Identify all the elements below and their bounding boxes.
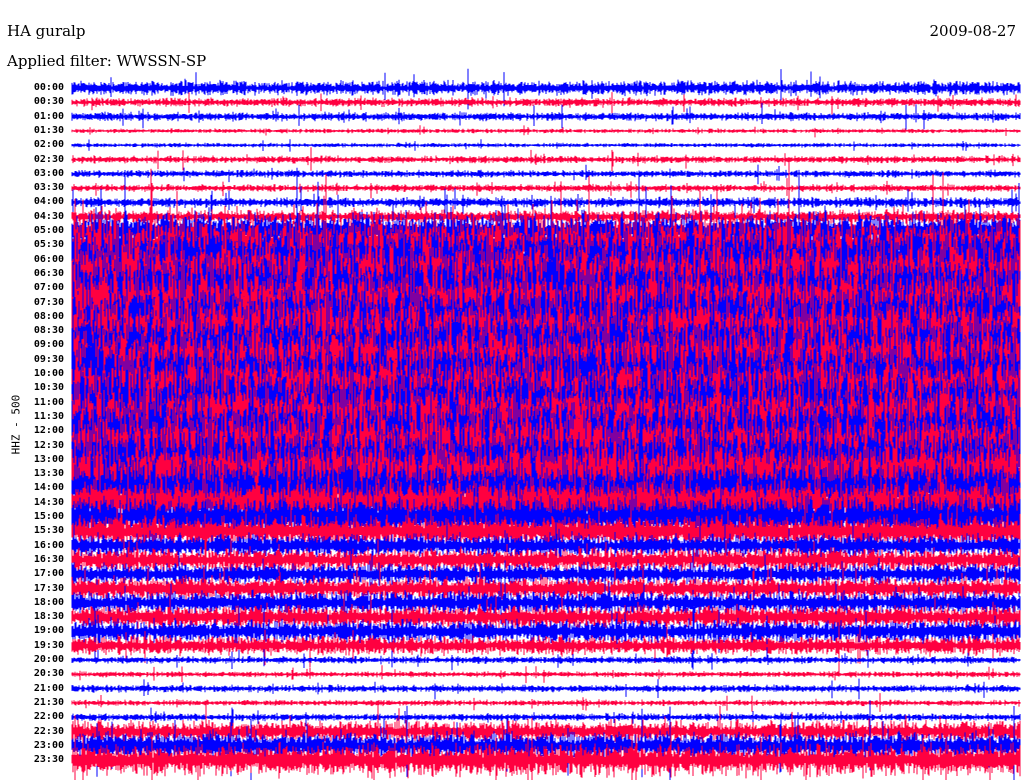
row-label: 17:30 [33, 582, 64, 594]
row-label: 19:30 [33, 639, 64, 651]
trace-row-0330 [71, 178, 1021, 199]
row-label: 00:30 [33, 96, 64, 108]
filter-label: Applied filter: WWSSN-SP [7, 52, 207, 70]
row-label: 02:30 [33, 153, 64, 165]
row-label: 23:00 [33, 739, 64, 751]
trace-row-0400 [71, 186, 1021, 218]
helicorder-plot [71, 68, 1021, 780]
row-label: 21:00 [33, 682, 64, 694]
row-label: 16:30 [33, 553, 64, 565]
row-label: 10:30 [33, 382, 64, 394]
row-label: 09:30 [33, 353, 64, 365]
trace-row-0030 [71, 92, 1021, 115]
trace-row-2130 [71, 693, 1021, 712]
date-label: 2009-08-27 [929, 22, 1016, 40]
row-label: 18:30 [33, 611, 64, 623]
row-label: 13:30 [33, 468, 64, 480]
trace-row-2100 [71, 678, 1021, 700]
row-label: 06:00 [33, 253, 64, 265]
station-title: HA guralp [7, 22, 86, 40]
row-label: 12:00 [33, 425, 64, 437]
row-label: 10:00 [33, 368, 64, 379]
row-label: 08:30 [33, 325, 64, 337]
row-label: 11:30 [33, 410, 64, 422]
row-label: 07:30 [33, 296, 64, 308]
trace-row-0100 [71, 102, 1021, 130]
trace-row-0130 [71, 125, 1021, 138]
row-label: 20:30 [33, 668, 64, 680]
row-label: 20:00 [33, 654, 64, 665]
row-label: 04:00 [33, 196, 64, 208]
trace-row-0230 [71, 147, 1021, 172]
row-label: 15:00 [33, 511, 64, 522]
row-label: 12:30 [33, 439, 64, 451]
trace-row-0200 [71, 139, 1021, 152]
row-label: 21:30 [33, 696, 64, 708]
row-label: 02:00 [33, 139, 64, 151]
row-label: 17:00 [33, 568, 64, 580]
row-label: 22:30 [33, 725, 64, 737]
row-label: 08:00 [33, 310, 64, 322]
row-label: 01:30 [33, 124, 64, 136]
y-axis-label: HHZ - 500 [9, 394, 23, 455]
row-label: 14:30 [33, 496, 64, 508]
row-label: 05:30 [33, 239, 64, 251]
row-label: 09:00 [33, 339, 64, 351]
row-label: 18:00 [33, 596, 64, 608]
row-label: 05:00 [33, 225, 64, 236]
row-label: 06:30 [33, 267, 64, 279]
trace-row-0300 [71, 164, 1021, 185]
row-label: 04:30 [33, 210, 64, 222]
row-label: 07:00 [33, 282, 64, 294]
trace-row-2030 [71, 665, 1021, 684]
row-label: 19:00 [33, 625, 64, 637]
row-label: 13:00 [33, 453, 64, 465]
row-label: 16:00 [33, 539, 64, 551]
row-label: 11:00 [33, 396, 64, 408]
row-label: 23:30 [33, 754, 64, 766]
row-label: 15:30 [33, 525, 64, 537]
row-label: 03:30 [33, 182, 64, 194]
row-label: 03:00 [33, 167, 64, 179]
row-label: 22:00 [33, 711, 64, 723]
row-label: 14:00 [33, 482, 64, 494]
row-label: 01:00 [33, 110, 64, 122]
row-label: 00:00 [33, 82, 64, 93]
